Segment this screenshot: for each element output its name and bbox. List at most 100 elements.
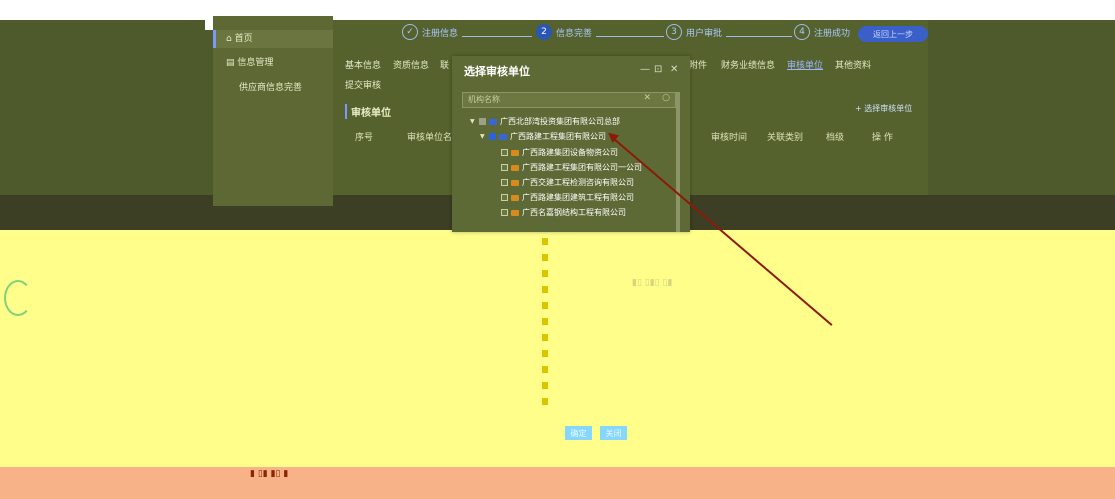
caret-down-icon[interactable]: ▼ [480,133,486,140]
dash [542,350,548,357]
dashed-guide [542,232,548,412]
tab-submit-review[interactable]: 提交审核 [345,78,381,91]
tab-review-unit[interactable]: 审核单位 [787,58,823,71]
dash [542,398,548,405]
step-number: 3 [666,24,682,40]
sidebar-item-label: 首页 [234,34,253,44]
sidebar: ⌂ 首页 ▤ 信息管理 供应商信息完善 [213,16,333,206]
check-icon: ✓ [402,24,418,40]
loading-spinner-icon [4,280,32,316]
caret-down-icon[interactable]: ▼ [470,118,476,125]
folder-icon [511,149,519,156]
checkbox[interactable] [489,133,496,140]
tree-node[interactable]: 广西路建工程集团有限公司一公司 [501,162,642,173]
dialog-title: 选择审核单位 [464,65,530,78]
home-icon: ⌂ [226,34,232,44]
maximize-icon[interactable]: ⊡ [654,64,662,75]
folder-icon [511,179,519,186]
tree-node-label: 广西交建工程检测咨询有限公司 [522,178,634,187]
checkbox[interactable] [501,209,508,216]
step-3: 3 用户审批 [666,24,722,40]
checkbox[interactable] [501,194,508,201]
dash [542,318,548,325]
tab-other[interactable]: 其他资料 [835,58,871,71]
select-review-unit-dialog: 选择审核单位 — ⊡ ✕ 机构名称 ✕ ○ ▼ 广西北部湾投资集团有限公司总部 … [452,56,690,232]
sidebar-item-label: 信息管理 [237,58,274,68]
tree-node-label: 广西路建工程集团有限公司一公司 [522,163,642,172]
column-header: 审核时间 [711,133,748,143]
tree-node-label: 广西路建工程集团有限公司 [510,132,606,141]
column-header: 档级 [826,133,845,143]
step-4: 4 注册成功 [794,24,850,40]
folder-icon [511,194,519,201]
dash [542,302,548,309]
sidebar-item-home[interactable]: ⌂ 首页 [213,30,333,48]
document-icon: ▤ [226,58,235,68]
tree-node[interactable]: 广西交建工程检测咨询有限公司 [501,177,634,188]
column-header: 序号 [355,133,374,143]
add-review-unit-button[interactable]: + 选择审核单位 [855,103,912,114]
step-number: 4 [794,24,810,40]
checkbox[interactable] [501,164,508,171]
close-icon[interactable]: ✕ [670,64,678,75]
tree-node[interactable]: 广西路建集团建筑工程有限公司 [501,192,634,203]
step-label: 用户审批 [686,28,723,39]
tree-node-label: 广西路建集团建筑工程有限公司 [522,193,634,202]
tree-node-label: 广西北部湾投资集团有限公司总部 [500,117,620,126]
clear-icon[interactable]: ✕ [643,93,651,103]
folder-icon [511,164,519,171]
step-label: 信息完善 [556,28,593,39]
folder-icon [499,133,507,140]
section-title: 审核单位 [345,104,391,119]
minimize-icon[interactable]: — [640,64,650,75]
dash [542,270,548,277]
tree-node[interactable]: ▼ 广西路建工程集团有限公司 [480,131,606,142]
step-connector [462,36,532,37]
search-input[interactable]: 机构名称 ✕ ○ [462,92,676,108]
confirm-button[interactable]: 确定 [565,426,592,440]
scrollbar[interactable] [676,92,680,232]
tab-contact[interactable]: 联 [440,58,449,71]
tab-qualification[interactable]: 资质信息 [393,58,429,71]
footer-artifacts: ▮ ▯▮ ▮▯ ▮ [250,469,289,479]
tree-node[interactable]: 广西名嘉钢结构工程有限公司 [501,207,626,218]
column-header: 审核单位名 [407,133,453,143]
step-2: 2 信息完善 [536,24,592,40]
tree-node-label: 广西名嘉钢结构工程有限公司 [522,208,626,217]
tab-basic-info[interactable]: 基本信息 [345,58,381,71]
bottom-overlay [0,467,1115,499]
cancel-button[interactable]: 关闭 [600,426,627,440]
step-label: 注册成功 [814,28,851,39]
dash [542,366,548,373]
column-header: 关联类别 [767,133,804,143]
dash [542,254,548,261]
dash [542,286,548,293]
tree-node[interactable]: ▼ 广西北部湾投资集团有限公司总部 [470,116,620,127]
back-button[interactable]: 返回上一步 [858,26,928,42]
overlay-text-fragment: ▮▯ ▯▮▯ ▯▮ [632,278,673,288]
sidebar-subitem-supplier-info[interactable]: 供应商信息完善 [239,80,302,93]
step-connector [726,36,792,37]
folder-icon [511,209,519,216]
tree-node[interactable]: 广西路建集团设备物资公司 [501,147,618,158]
tab-finance[interactable]: 财务业绩信息 [721,58,775,71]
search-placeholder: 机构名称 [468,95,500,104]
step-connector [596,36,664,37]
registration-steps: ✓ 注册信息 2 信息完善 3 用户审批 4 注册成功 [398,24,928,48]
tree-node-label: 广西路建集团设备物资公司 [522,148,618,157]
checkbox[interactable] [501,179,508,186]
tab-attachments[interactable]: 附件 [689,58,707,71]
step-number: 2 [536,24,552,40]
column-header: 操 作 [872,133,893,143]
step-1: ✓ 注册信息 [402,24,458,40]
checkbox[interactable] [501,149,508,156]
dash [542,238,548,245]
step-label: 注册信息 [422,28,459,39]
highlight-overlay [0,230,1115,467]
dash [542,334,548,341]
search-icon[interactable]: ○ [662,93,670,103]
folder-icon [489,118,497,125]
checkbox[interactable] [479,118,486,125]
dash [542,382,548,389]
sidebar-item-info-management[interactable]: ▤ 信息管理 [213,56,333,70]
